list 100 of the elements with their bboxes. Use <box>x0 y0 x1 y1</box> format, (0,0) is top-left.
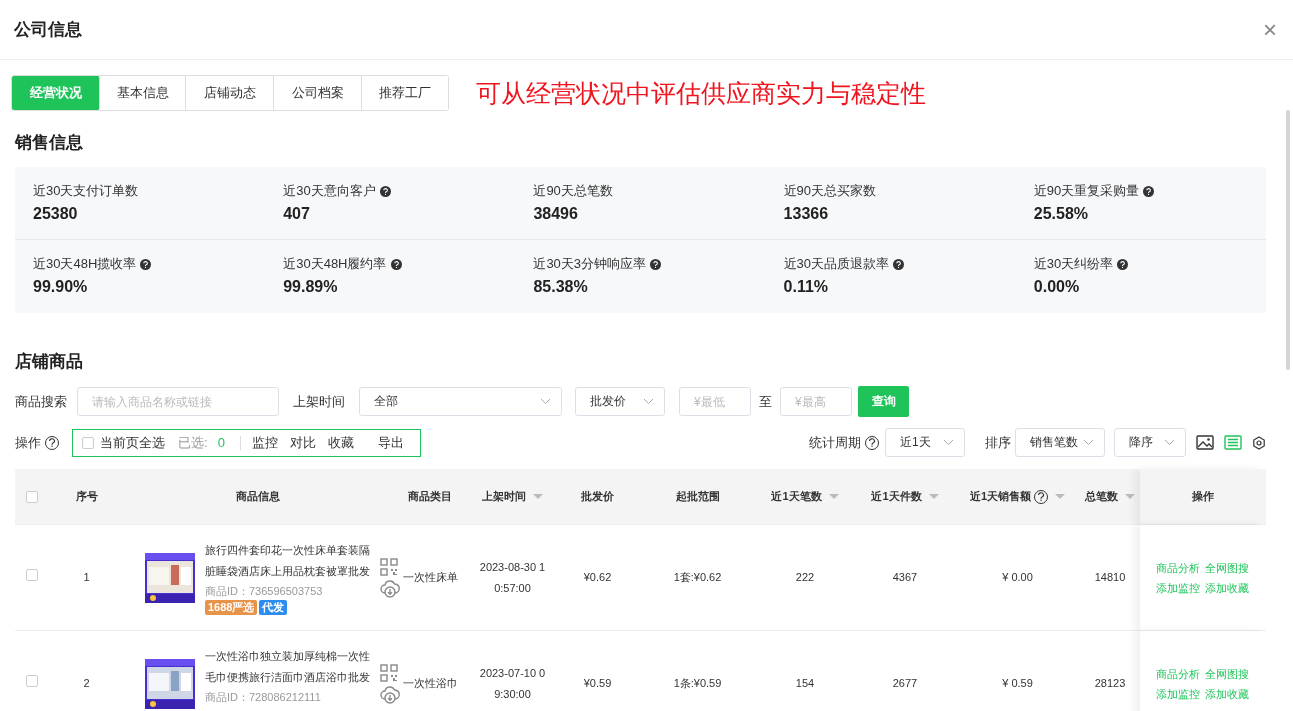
product-id: 商品ID：728086212111 <box>205 690 322 705</box>
stat-value: 0.00% <box>1033 278 1081 296</box>
stat-label: 近30天支付订单数 <box>33 182 139 200</box>
help-icon <box>650 258 662 270</box>
checkbox[interactable] <box>82 436 94 449</box>
dialog-title: 公司信息 <box>14 19 82 41</box>
stat-label: 近30天纠纷率 <box>1033 255 1114 273</box>
sort-label: 排序 <box>985 433 1011 452</box>
qr-code-icon[interactable] <box>380 663 398 682</box>
table-cell: 1 <box>83 571 90 583</box>
action-link[interactable]: 导出 <box>377 433 404 452</box>
stat-value: 25.58% <box>1033 205 1090 223</box>
table-cell: 1条:¥0.59 <box>673 677 722 689</box>
chevron-down-icon <box>540 398 551 405</box>
stat-value: 38496 <box>533 205 579 223</box>
table-cell-text: 2023-08-30 10:57:00 <box>478 559 547 596</box>
scrollbar-thumb[interactable] <box>1286 110 1290 370</box>
column-header[interactable]: 近1天件数 <box>871 489 922 504</box>
stat-value: 407 <box>283 205 311 223</box>
chevron-down-icon <box>1164 439 1175 446</box>
selected-count: 0 <box>217 435 225 450</box>
action-link[interactable]: 对比 <box>289 433 316 452</box>
list-view-icon[interactable] <box>1224 435 1242 450</box>
column-header: 商品信息 <box>235 489 280 504</box>
product-tag: 代发 <box>259 600 288 615</box>
checkbox[interactable] <box>25 675 38 687</box>
chevron-down-icon <box>943 439 954 446</box>
image-view-icon[interactable] <box>1196 435 1214 450</box>
sort-caret-icon[interactable] <box>533 494 543 499</box>
help-icon <box>379 185 391 197</box>
help-icon <box>390 258 402 270</box>
table-cell: ¥0.59 <box>583 677 612 689</box>
table-cell: ¥0.62 <box>583 571 612 583</box>
product-title[interactable]: 旅行四件套印花一次性床单套装隔脏睡袋酒店床上用品枕套被罩批发 <box>205 540 370 582</box>
range-separator: 至 <box>759 392 772 411</box>
close-button[interactable]: × <box>1263 17 1277 42</box>
table-cell: 14810 <box>1094 571 1126 583</box>
column-header[interactable]: 上架时间 <box>482 489 526 504</box>
table-cell: 4367 <box>892 571 918 583</box>
column-header: 起批范围 <box>675 489 720 504</box>
sort-caret-icon[interactable] <box>1125 494 1135 499</box>
stat-label: 近90天总买家数 <box>783 182 877 200</box>
stat-label: 近30天意向客户 <box>283 182 376 200</box>
stat-value: 99.90% <box>33 278 89 296</box>
help-icon <box>1143 185 1155 197</box>
time-select[interactable]: 全部 <box>359 387 562 416</box>
operations-label: 操作 <box>15 433 41 452</box>
column-header: 商品类目 <box>408 489 452 504</box>
column-header: 操作 <box>1191 489 1214 504</box>
section-heading: 店铺商品 <box>15 351 84 373</box>
annotation-text: 可从经营状况中评估供应商实力与稳定性 <box>476 77 926 109</box>
sort-caret-icon[interactable] <box>828 494 839 499</box>
table-cell: 154 <box>795 677 815 689</box>
table-cell: ¥ 0.00 <box>1002 571 1033 583</box>
max-price-field[interactable]: ¥最高 <box>780 387 852 416</box>
stat-value: 0.11% <box>783 278 830 296</box>
action-link[interactable]: 收藏 <box>327 433 354 452</box>
sort-order-select[interactable]: 降序 <box>1114 428 1186 457</box>
column-header[interactable]: 总笔数 <box>1085 489 1118 504</box>
stat-label: 近30天品质退款率 <box>783 255 890 273</box>
help-icon <box>140 258 152 270</box>
product-title[interactable]: 一次性浴巾独立装加厚纯棉一次性毛巾便携旅行洁面巾酒店浴巾批发 <box>205 646 370 688</box>
sort-caret-icon[interactable] <box>1055 494 1066 499</box>
checkbox[interactable] <box>25 490 38 503</box>
period-select[interactable]: 近1天 <box>885 428 965 457</box>
chevron-down-icon <box>1083 439 1094 446</box>
price-type-select[interactable]: 批发价 <box>575 387 665 416</box>
checkbox[interactable] <box>25 569 38 581</box>
cloud-download-icon[interactable] <box>380 685 400 704</box>
table-cell: 222 <box>795 571 815 583</box>
stat-label: 近30天48H揽收率 <box>33 255 137 273</box>
select-all-label: 当前页全选 <box>100 433 165 452</box>
action-link[interactable]: 监控 <box>251 433 278 452</box>
sort-caret-icon[interactable] <box>928 494 939 499</box>
selected-label: 已选: <box>178 433 208 452</box>
section-heading: 销售信息 <box>15 132 84 154</box>
search-label: 商品搜索 <box>15 392 67 411</box>
table-cell: ¥ 0.59 <box>1002 677 1033 689</box>
stat-value: 99.89% <box>283 278 339 296</box>
cloud-download-icon[interactable] <box>380 579 400 598</box>
min-price-field[interactable]: ¥最低 <box>679 387 751 416</box>
qr-code-icon[interactable] <box>380 557 398 576</box>
help-icon <box>1117 258 1129 270</box>
table-cell: 2 <box>83 677 90 689</box>
search-field[interactable]: 请输入商品名称或链接 <box>77 387 279 416</box>
column-header[interactable]: 近1天销售额 <box>969 489 1032 504</box>
table-cell: 1套:¥0.62 <box>673 571 722 583</box>
settings-icon[interactable] <box>1252 435 1266 450</box>
period-label: 统计周期 <box>809 433 861 452</box>
product-id: 商品ID：736596503753 <box>205 584 324 599</box>
sort-field-select[interactable]: 销售笔数 <box>1015 428 1105 457</box>
table-cell: 2677 <box>892 677 918 689</box>
chevron-down-icon <box>643 398 654 405</box>
stat-value: 85.38% <box>533 278 589 296</box>
column-header[interactable]: 近1天笔数 <box>771 489 822 504</box>
product-tag: 1688严选 <box>205 600 258 615</box>
table-cell-text: 2023-07-10 09:30:00 <box>478 665 547 702</box>
table-cell: 28123 <box>1094 677 1126 689</box>
stat-value: 13366 <box>783 205 830 223</box>
stat-value: 25380 <box>33 205 79 223</box>
